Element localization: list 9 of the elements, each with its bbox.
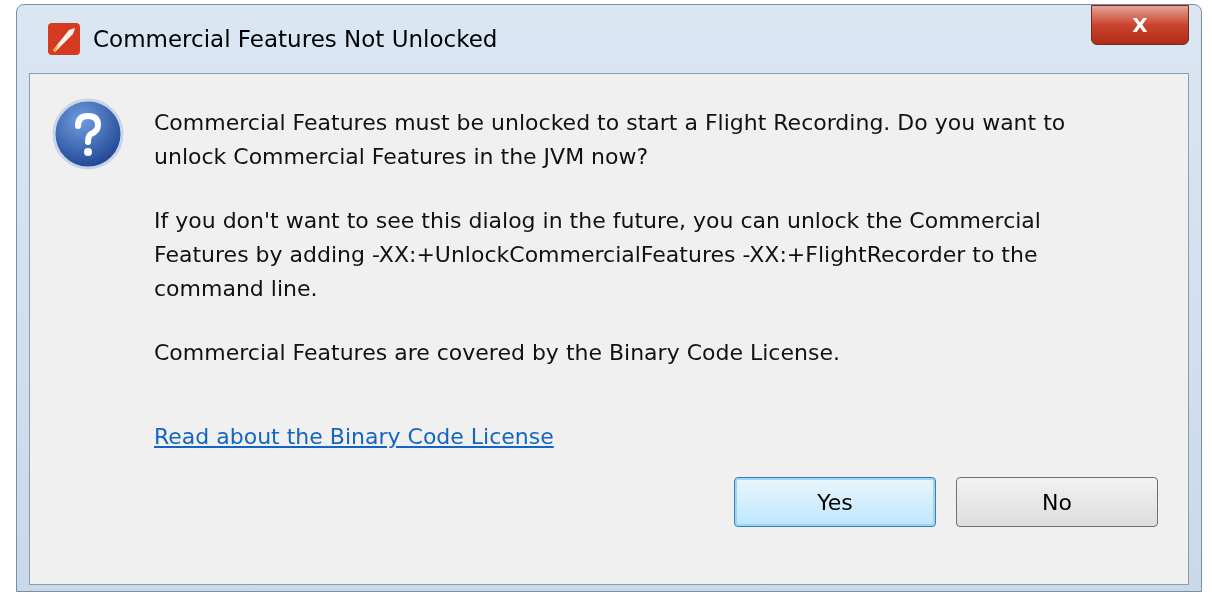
message-text: Commercial Features are covered by the Binary Code License. [154, 339, 841, 367]
license-link[interactable]: Read about the Binary Code License [154, 424, 554, 449]
yes-button[interactable]: Yes [734, 477, 936, 527]
window-title: Commercial Features Not Unlocked [93, 26, 498, 52]
close-button[interactable]: X [1091, 5, 1189, 45]
message-text: Commercial Features must be unlocked to start a Flight Recording. Do you want to unlock Commercial Features in the JVM now? [154, 109, 1067, 171]
no-button[interactable]: No [956, 477, 1158, 527]
question-icon [52, 98, 124, 170]
message-text: If you don't want to see this dialog in the future, you can unlock the Commercial Features by adding -XX:+UnlockCommercialFeatures -XX:+FlightRecorder to the command line. [154, 207, 1042, 303]
